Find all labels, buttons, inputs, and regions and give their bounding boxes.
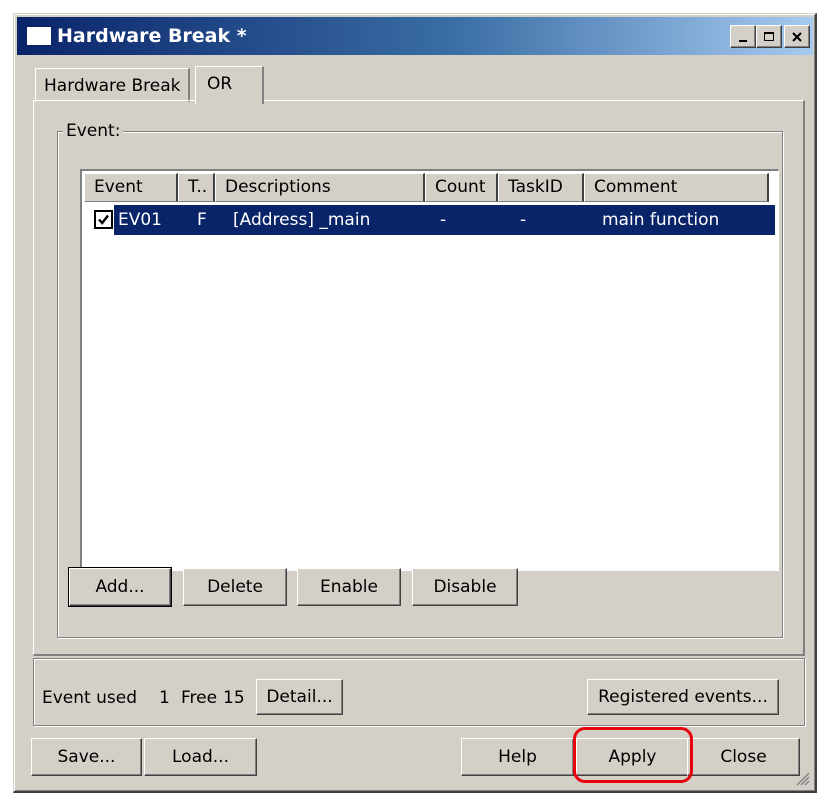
column-header-count[interactable]: Count: [425, 173, 498, 202]
cell-taskid: -: [520, 210, 527, 230]
tab-or[interactable]: OR: [195, 66, 265, 104]
event-used-label: Event used: [42, 688, 137, 708]
detail-button[interactable]: Detail...: [256, 679, 343, 715]
column-header-taskid[interactable]: TaskID: [498, 173, 584, 202]
cell-description: [Address] _main: [233, 210, 371, 230]
registered-events-button[interactable]: Registered events...: [587, 679, 779, 715]
add-event-button[interactable]: Add...: [68, 567, 172, 607]
column-header-descriptions[interactable]: Descriptions: [215, 173, 425, 202]
window-title: Hardware Break *: [57, 25, 247, 47]
delete-event-button[interactable]: Delete: [183, 568, 287, 606]
close-icon: [792, 31, 802, 42]
event-group-label: Event:: [63, 121, 124, 141]
title-bar[interactable]: Hardware Break *: [17, 17, 813, 55]
tab-hardware-break[interactable]: Hardware Break: [35, 68, 191, 102]
minimize-button[interactable]: [730, 25, 756, 48]
maximize-icon: [764, 31, 774, 41]
cell-count: -: [440, 210, 447, 230]
table-row[interactable]: EV01 F [Address] _main - - main function: [86, 205, 775, 235]
maximize-button[interactable]: [756, 25, 782, 48]
disable-event-button[interactable]: Disable: [412, 568, 518, 606]
help-button[interactable]: Help: [461, 738, 574, 776]
column-header-event[interactable]: Event: [84, 173, 178, 202]
apply-highlight-ring: [573, 727, 693, 783]
cell-type: F: [197, 210, 207, 230]
save-button[interactable]: Save...: [31, 738, 142, 776]
free-label: Free: [181, 688, 218, 708]
enable-event-button[interactable]: Enable: [297, 568, 401, 606]
free-value: 15: [223, 688, 245, 708]
hardware-break-window: Hardware Break * Hardware Break OR Event…: [13, 13, 817, 793]
load-button[interactable]: Load...: [144, 738, 257, 776]
cell-comment: main function: [602, 210, 720, 230]
tab-label: Hardware Break: [44, 75, 181, 96]
column-header-comment[interactable]: Comment: [584, 173, 769, 202]
event-used-value: 1: [159, 688, 170, 708]
minimize-icon: [739, 39, 747, 42]
close-button[interactable]: Close: [687, 738, 800, 776]
event-list[interactable]: Event T.. Descriptions Count TaskID Comm…: [80, 169, 779, 571]
event-enabled-checkbox[interactable]: [94, 210, 113, 229]
checkmark-icon: [98, 214, 109, 225]
column-header-type[interactable]: T..: [178, 173, 215, 202]
resize-grip-icon[interactable]: [792, 768, 810, 786]
window-icon: [26, 26, 52, 46]
list-header: Event T.. Descriptions Count TaskID Comm…: [84, 173, 769, 202]
cell-event: EV01: [118, 210, 163, 230]
tab-label: OR: [207, 74, 233, 94]
close-window-button[interactable]: [784, 25, 810, 48]
